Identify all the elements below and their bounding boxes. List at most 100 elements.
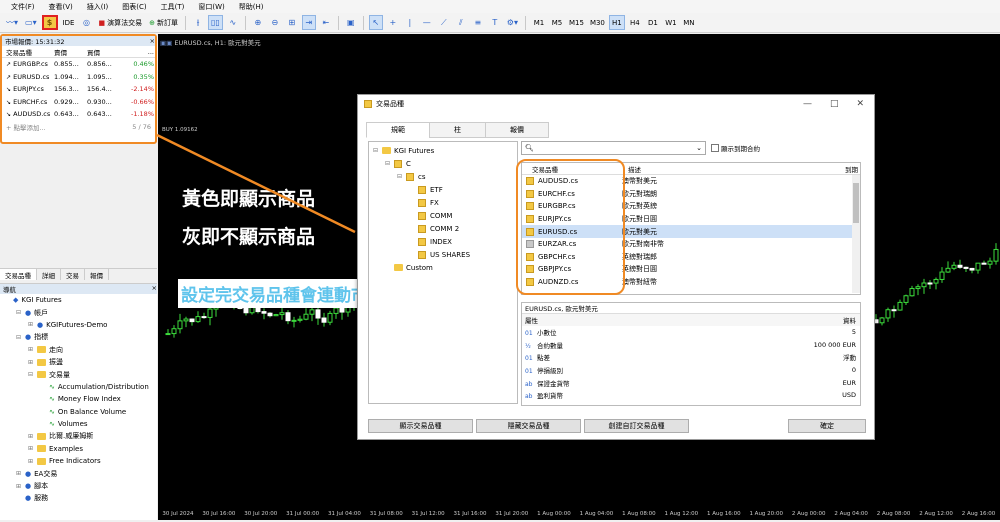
expand-toggle-icon[interactable]: ⊞ bbox=[16, 470, 23, 477]
chart-shift-icon[interactable]: ⇤ bbox=[319, 15, 333, 30]
zoom-out-icon[interactable]: ⊖ bbox=[268, 15, 282, 30]
close-icon[interactable]: ✕ bbox=[856, 99, 864, 109]
nav-item[interactable]: ● 服務 bbox=[0, 492, 157, 504]
minimize-icon[interactable]: — bbox=[803, 99, 812, 109]
scrollbar[interactable] bbox=[852, 175, 860, 293]
symbol-search-input[interactable]: 🔍︎ ⌄ bbox=[521, 141, 706, 155]
tree-item[interactable]: COMM bbox=[369, 209, 517, 222]
expand-toggle-icon[interactable]: ⊟ bbox=[28, 371, 35, 378]
crosshair-icon[interactable]: + bbox=[386, 15, 400, 30]
expand-toggle-icon[interactable]: ⊞ bbox=[28, 458, 35, 465]
fibonacci-icon[interactable]: ≡ bbox=[471, 15, 485, 30]
expand-toggle-icon[interactable]: ⊞ bbox=[28, 359, 35, 366]
profiles-icon[interactable]: ▭▾ bbox=[23, 15, 39, 30]
tile-windows-icon[interactable]: ⊞ bbox=[285, 15, 299, 30]
column-header[interactable]: ... bbox=[120, 48, 156, 56]
timeframe-m5[interactable]: M5 bbox=[549, 15, 565, 30]
nav-item[interactable]: ∿ Money Flow Index bbox=[0, 393, 157, 405]
expand-toggle-icon[interactable]: ⊞ bbox=[16, 483, 23, 490]
timeframe-h4[interactable]: H4 bbox=[627, 15, 643, 30]
expand-toggle-icon[interactable]: ⊟ bbox=[16, 309, 23, 316]
candlestick-icon[interactable]: ▯▯ bbox=[207, 15, 223, 30]
community-icon[interactable]: ◎ bbox=[79, 15, 93, 30]
menu-item[interactable]: 文件(F) bbox=[11, 2, 35, 12]
nav-item[interactable]: ⊟ ● 帳戶 bbox=[0, 306, 157, 318]
menu-item[interactable]: 帮助(H) bbox=[239, 2, 264, 12]
cursor-icon[interactable]: ↖ bbox=[368, 15, 383, 30]
nav-item[interactable]: ⊞ ● 腳本 bbox=[0, 480, 157, 492]
nav-item[interactable]: ⊞ 振盪 bbox=[0, 356, 157, 368]
column-header[interactable]: 資料 bbox=[785, 315, 860, 325]
maximize-icon[interactable]: □ bbox=[830, 99, 839, 109]
timeframe-m1[interactable]: M1 bbox=[531, 15, 547, 30]
column-header[interactable]: 到期 bbox=[798, 164, 858, 174]
table-row[interactable]: ↘ AUDUSD.cs 0.643... 0.643... -1.18% bbox=[2, 108, 155, 121]
market-symbols-icon[interactable]: $ bbox=[41, 15, 58, 30]
table-row[interactable]: ab 保證金貨幣 EUR bbox=[522, 376, 860, 389]
dialog-tab-1[interactable]: 柱 bbox=[429, 122, 486, 138]
hide-symbol-button[interactable]: 隱藏交易品種 bbox=[476, 419, 581, 433]
tree-item[interactable]: US SHARES bbox=[369, 248, 517, 261]
tree-item[interactable]: ⊟ cs bbox=[369, 170, 517, 183]
algo-trading-button[interactable]: ■ 演算法交易 bbox=[96, 15, 144, 30]
menu-item[interactable]: 查看(V) bbox=[49, 2, 73, 12]
dialog-tab-2[interactable]: 報價 bbox=[485, 122, 549, 138]
vertical-line-icon[interactable]: | bbox=[403, 15, 417, 30]
table-row[interactable]: 01 點差 浮動 bbox=[522, 351, 860, 364]
shapes-icon[interactable]: ⚙▾ bbox=[505, 15, 520, 30]
bar-chart-icon[interactable]: ⫲ bbox=[191, 15, 205, 30]
timeframe-m30[interactable]: M30 bbox=[588, 15, 607, 30]
screenshot-icon[interactable]: ▣ bbox=[344, 15, 358, 30]
tree-item[interactable]: COMM 2 bbox=[369, 222, 517, 235]
nav-item[interactable]: ⊟ 交易量 bbox=[0, 368, 157, 380]
expand-toggle-icon[interactable]: ⊞ bbox=[28, 433, 35, 440]
nav-item[interactable]: ⊞ Examples bbox=[0, 443, 157, 455]
menu-item[interactable]: 窗口(W) bbox=[198, 2, 224, 12]
column-header[interactable]: 描述 bbox=[628, 164, 798, 174]
channel-icon[interactable]: ⫽ bbox=[454, 15, 468, 30]
tree-item[interactable]: ETF bbox=[369, 183, 517, 196]
nav-item[interactable]: ∿ Accumulation/Distribution bbox=[0, 381, 157, 393]
create-custom-symbol-button[interactable]: 創建自訂交易品種 bbox=[584, 419, 689, 433]
table-row[interactable]: 01 停損級別 0 bbox=[522, 364, 860, 377]
menu-item[interactable]: 工具(T) bbox=[161, 2, 185, 12]
scrollbar-thumb[interactable] bbox=[853, 183, 859, 223]
timeframe-d1[interactable]: D1 bbox=[645, 15, 661, 30]
text-tool-icon[interactable]: T bbox=[488, 15, 502, 30]
new-order-button[interactable]: ⊕ 新訂單 bbox=[147, 15, 180, 30]
close-icon[interactable]: × bbox=[150, 37, 155, 45]
tree-item[interactable]: ⊟ KGI Futures bbox=[369, 144, 517, 157]
tree-item[interactable]: Custom bbox=[369, 261, 517, 274]
nav-item[interactable]: ∿ Volumes bbox=[0, 418, 157, 430]
menu-item[interactable]: 图表(C) bbox=[122, 2, 146, 12]
add-symbol-row[interactable]: + 點擊添加... 5 / 76 bbox=[2, 121, 155, 133]
close-icon[interactable]: × bbox=[152, 284, 157, 294]
tree-item[interactable]: ⊟ C bbox=[369, 157, 517, 170]
expand-toggle-icon[interactable]: ⊟ bbox=[16, 334, 23, 341]
tab-3[interactable]: 報價 bbox=[85, 269, 109, 280]
show-expired-checkbox[interactable]: 顯示到期合約 bbox=[711, 143, 760, 153]
table-row[interactable]: ↘ EURJPY.cs 156.3... 156.4... -2.14% bbox=[2, 83, 155, 96]
expand-toggle-icon[interactable]: ⊞ bbox=[28, 445, 35, 452]
table-row[interactable]: ↘ EURCHF.cs 0.929... 0.930... -0.66% bbox=[2, 96, 155, 109]
expand-toggle-icon[interactable]: ⊟ bbox=[373, 147, 380, 154]
timeframe-w1[interactable]: W1 bbox=[663, 15, 679, 30]
show-symbol-button[interactable]: 顯示交易品種 bbox=[368, 419, 473, 433]
new-chart-icon[interactable]: 〰▾ bbox=[4, 15, 20, 30]
nav-item[interactable]: ⊞ 走向 bbox=[0, 344, 157, 356]
expand-toggle-icon[interactable]: ⊟ bbox=[397, 173, 404, 180]
line-chart-icon[interactable]: ∿ bbox=[226, 15, 240, 30]
chevron-down-icon[interactable]: ⌄ bbox=[696, 144, 702, 152]
tab-2[interactable]: 交易 bbox=[61, 269, 85, 280]
expand-toggle-icon[interactable]: ⊞ bbox=[28, 346, 35, 353]
tab-0[interactable]: 交易品種 bbox=[0, 269, 37, 280]
tab-1[interactable]: 詳細 bbox=[37, 269, 61, 280]
nav-item[interactable]: ⊞ ● EA交易 bbox=[0, 467, 157, 479]
table-row[interactable]: ½ 合約數量 100 000 EUR bbox=[522, 339, 860, 352]
nav-item[interactable]: ⊟ ● 指標 bbox=[0, 331, 157, 343]
column-header[interactable]: 賣價 bbox=[54, 47, 87, 57]
autoscroll-icon[interactable]: ⇥ bbox=[301, 15, 316, 30]
checkbox[interactable] bbox=[711, 144, 719, 152]
nav-item[interactable]: ⊞ Free Indicators bbox=[0, 455, 157, 467]
tree-item[interactable]: INDEX bbox=[369, 235, 517, 248]
